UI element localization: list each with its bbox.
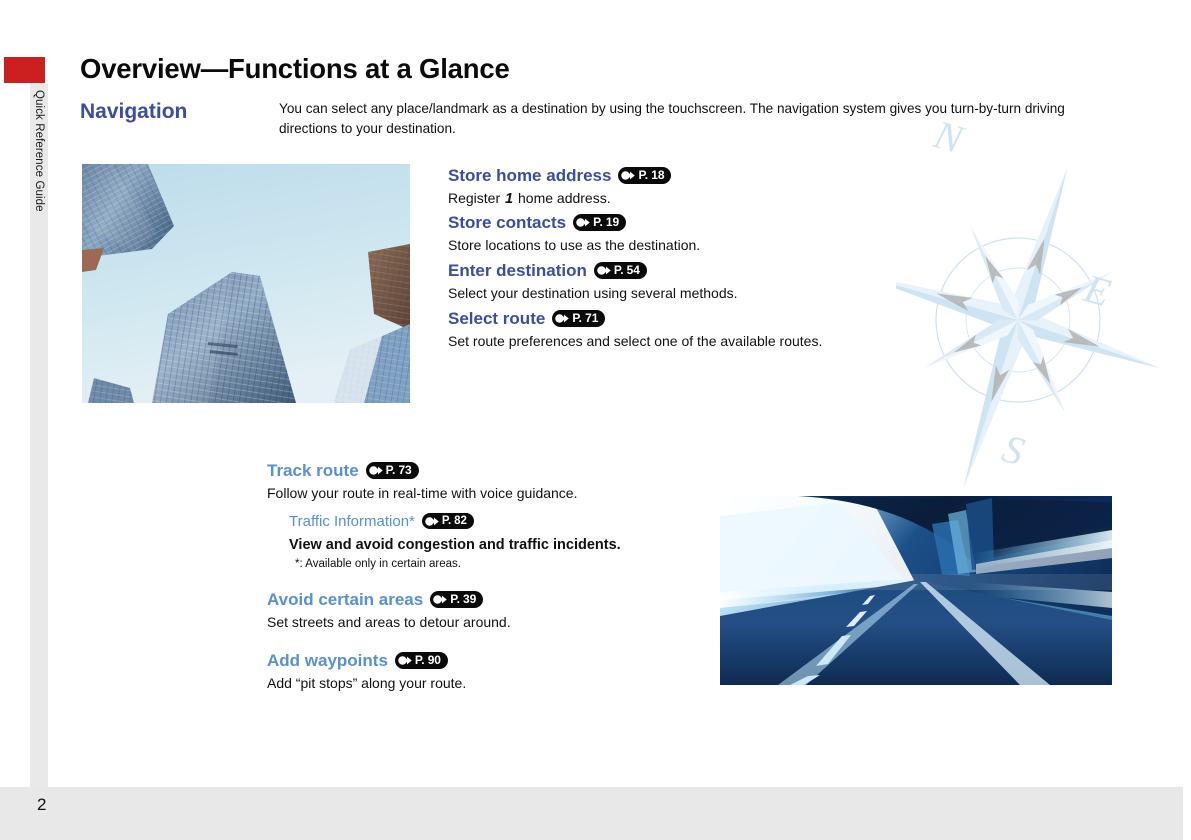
page-reference-label: P. 71 (572, 310, 599, 325)
feature-heading: Avoid certain areas P. 39 (267, 589, 511, 611)
feature-title: Track route (267, 461, 359, 480)
page-reference-label: P. 82 (441, 514, 467, 527)
feature-title: Avoid certain areas (267, 590, 424, 609)
section-intro: You can select any place/landmark as a d… (279, 101, 1065, 136)
feature-description: Set streets and areas to detour around. (267, 614, 511, 630)
page-reference-badge[interactable]: P. 71 (552, 309, 606, 327)
feature-description: Add “pit stops” along your route. (267, 675, 467, 691)
arrow-right-circle-icon (621, 170, 636, 180)
feature-store-contacts: Store contacts P. 19 Store locations to … (448, 212, 700, 255)
skyscrapers-photo (82, 164, 410, 403)
feature-track-route: Track route P. 73 Follow your route in r… (267, 460, 577, 503)
feature-title: Enter destination (448, 261, 587, 280)
page-reference-label: P. 19 (593, 214, 620, 229)
feature-title: Store home address (448, 166, 612, 185)
page-reference-badge[interactable]: P. 19 (573, 213, 627, 231)
desc-before: Register (448, 190, 505, 206)
feature-traffic-information: Traffic Information* P. 82 View and avoi… (289, 511, 621, 573)
feature-description: Follow your route in real-time with voic… (267, 485, 578, 501)
page-reference-label: P. 18 (638, 167, 665, 182)
page-reference-label: P. 73 (385, 462, 412, 477)
compass-rose-icon: N W E S (802, 98, 1191, 498)
page-reference-badge[interactable]: P. 18 (618, 166, 672, 184)
feature-description: Set route preferences and select one of … (448, 333, 823, 349)
feature-description: Select your destination using several me… (448, 285, 738, 301)
feature-heading: Store contacts P. 19 (448, 212, 700, 234)
feature-store-home-address: Store home address P. 18 Register 1 home… (448, 165, 672, 209)
feature-footnote: *: Available only in certain areas. (295, 558, 461, 570)
feature-select-route: Select route P. 71 Set route preferences… (448, 308, 822, 351)
feature-description: Register 1 home address. (448, 188, 671, 209)
feature-heading: Traffic Information* P. 82 (289, 511, 621, 533)
arrow-right-circle-icon (433, 594, 447, 604)
footer-band (0, 787, 1183, 840)
page-title: Overview—Functions at a Glance (80, 53, 510, 84)
compass-letter-s: S (998, 425, 1030, 474)
page-number: 2 (37, 795, 47, 814)
feature-heading: Select route P. 71 (448, 308, 822, 330)
arrow-right-circle-icon (555, 313, 570, 323)
feature-avoid-certain-areas: Avoid certain areas P. 39 Set streets an… (267, 589, 511, 632)
page-reference-badge[interactable]: P. 82 (421, 513, 474, 529)
feature-enter-destination: Enter destination P. 54 Select your dest… (448, 260, 738, 303)
page-reference-label: P. 54 (613, 262, 640, 277)
feature-title: Store contacts (448, 213, 567, 232)
page-reference-badge[interactable]: P. 39 (430, 590, 484, 608)
arrow-right-circle-icon (398, 655, 412, 665)
desc-after: home address. (514, 190, 611, 206)
side-tab-label: Quick Reference Guide (33, 90, 45, 212)
highway-tunnel-photo (720, 496, 1112, 685)
arrow-right-circle-icon (368, 465, 383, 475)
feature-title: Add waypoints (267, 651, 388, 670)
arrow-right-circle-icon (425, 516, 439, 526)
feature-description: Store locations to use as the destinatio… (448, 237, 701, 253)
page-reference-badge[interactable]: P. 73 (365, 461, 419, 479)
manual-page: Quick Reference Guide Overview—Functions… (0, 0, 1191, 840)
feature-title: Select route (448, 309, 546, 328)
feature-heading: Track route P. 73 (267, 460, 577, 482)
arrow-right-circle-icon (576, 217, 590, 227)
arrow-right-circle-icon (597, 265, 611, 275)
feature-heading: Enter destination P. 54 (448, 260, 738, 282)
page-reference-label: P. 90 (414, 652, 441, 667)
compass-letter-e: E (1079, 265, 1116, 315)
page-reference-badge[interactable]: P. 54 (593, 261, 647, 279)
feature-title: Traffic Information* (289, 513, 415, 530)
feature-heading: Store home address P. 18 (448, 165, 672, 187)
feature-heading: Add waypoints P. 90 (267, 650, 466, 672)
section-color-tab (4, 57, 45, 83)
feature-add-waypoints: Add waypoints P. 90 Add “pit stops” alon… (267, 650, 466, 693)
desc-count: 1 (505, 191, 514, 207)
page-reference-label: P. 39 (450, 591, 477, 606)
feature-description: View and avoid congestion and traffic in… (289, 537, 621, 553)
section-heading: Navigation (80, 100, 188, 123)
page-reference-badge[interactable]: P. 90 (394, 651, 448, 669)
